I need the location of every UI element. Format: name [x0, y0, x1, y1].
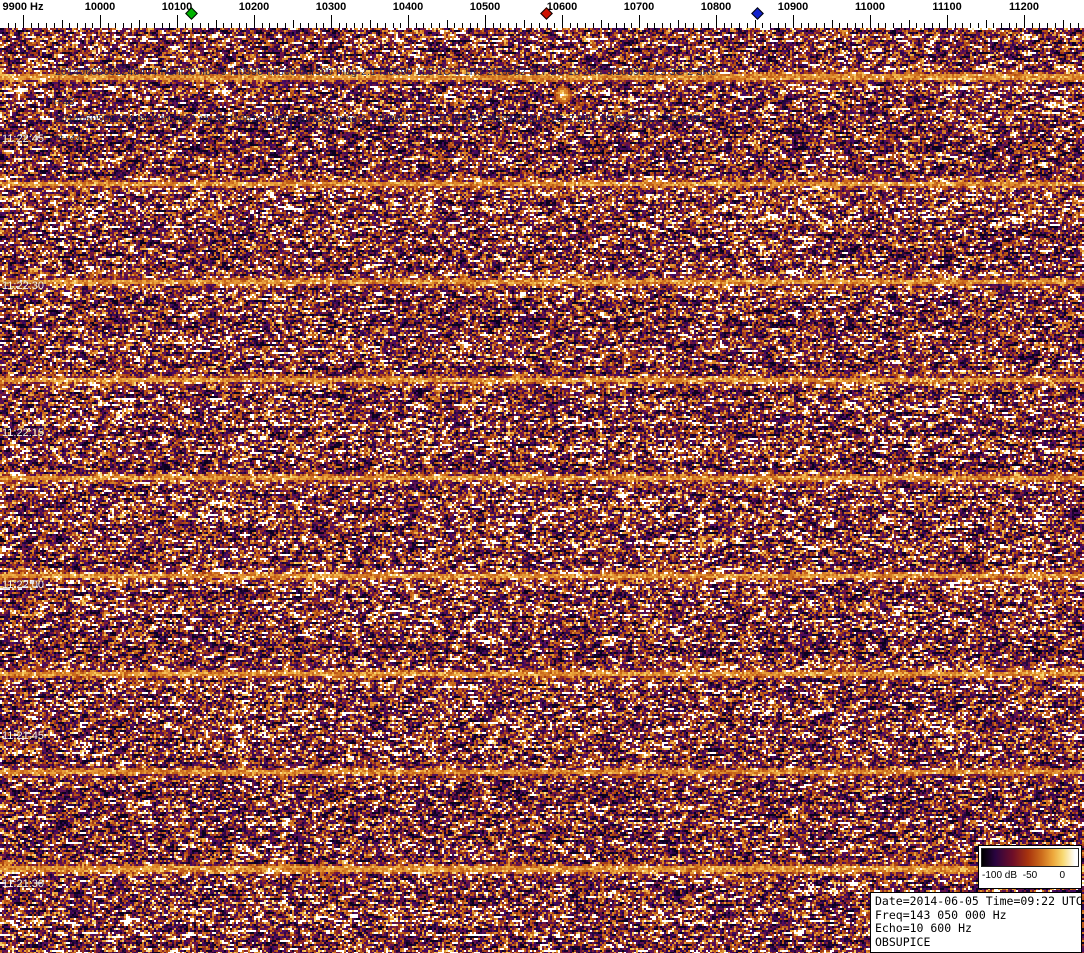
detection-annotation-1: 20140605092248404 hCnt20 nb-79 f10590 hi… [55, 66, 716, 78]
colorbar-labels: -100 dB -50 0 [981, 867, 1079, 883]
time-label: 11:22:00 [2, 579, 44, 591]
axis-tick-label: 10300 [316, 1, 347, 13]
axis-major-tick [408, 15, 409, 28]
axis-minor-tick [755, 20, 756, 28]
axis-minor-tick [370, 20, 371, 28]
detection-time-offset-t44: ^t+44 [55, 133, 82, 145]
axis-tick-label: 10500 [470, 1, 501, 13]
axis-major-tick [716, 15, 717, 28]
axis-tick-label: 11000 [855, 1, 885, 13]
axis-major-tick [485, 15, 486, 28]
time-label: 11:21:30 [2, 878, 44, 890]
axis-minor-tick [524, 20, 525, 28]
axis-minor-tick [293, 20, 294, 28]
time-label: 11:22:30 [2, 280, 44, 292]
axis-major-tick [870, 15, 871, 28]
axis-major-tick [254, 15, 255, 28]
colorbar-label-max: 0 [1059, 870, 1065, 881]
axis-tick-label: 10800 [701, 1, 732, 13]
axis-major-tick [793, 15, 794, 28]
time-label: 11:21:45 [2, 730, 44, 742]
colorbar-label-mid: -50 [1023, 870, 1037, 881]
axis-minor-tick [62, 20, 63, 28]
axis-tick-label: 11100 [932, 1, 961, 13]
info-station-name: OBSUPICE [875, 936, 1077, 950]
axis-minor-tick [832, 20, 833, 28]
axis-tick-label: 9900 Hz [3, 1, 44, 13]
axis-major-tick [177, 15, 178, 28]
colorbar-gradient [981, 848, 1079, 867]
axis-minor-tick [909, 20, 910, 28]
axis-major-tick [639, 15, 640, 28]
axis-tick-label: 10200 [239, 1, 270, 13]
detection-annotation-2: 20140605092244604 hCnt19 nb-82 f10614 hi… [55, 113, 707, 125]
axis-tick-label: 10000 [85, 1, 116, 13]
axis-tick-label: 10700 [624, 1, 655, 13]
info-frequency: Freq=143 050 000 Hz [875, 909, 1077, 923]
axis-tick-label: 10400 [393, 1, 424, 13]
axis-tick-label: 11200 [1009, 1, 1039, 13]
colorbar-label-min: -100 dB [982, 870, 1017, 881]
axis-major-tick [947, 15, 948, 28]
axis-tick-label: 10900 [778, 1, 809, 13]
axis-minor-tick [139, 20, 140, 28]
colorbar: -100 dB -50 0 [978, 845, 1082, 889]
axis-major-tick [23, 15, 24, 28]
axis-major-tick [100, 15, 101, 28]
axis-minor-tick [986, 20, 987, 28]
axis-major-tick [1024, 15, 1025, 28]
spectrogram-window: 9900 Hz 10000 10100 10200 10300 10400 10500 106… [0, 0, 1084, 953]
frequency-axis: 9900 Hz 10000 10100 10200 10300 10400 10500 106… [0, 0, 1084, 28]
detection-time-offset-t48: ^t+48 [48, 96, 75, 108]
info-date-time: Date=2014-06-05 Time=09:22 UTC [875, 895, 1077, 909]
freq-marker-blue-icon[interactable] [752, 7, 765, 20]
axis-major-tick [562, 15, 563, 28]
status-info-box: Date=2014-06-05 Time=09:22 UTC Freq=143 … [870, 892, 1082, 953]
time-label: 11:22:45 [2, 133, 44, 145]
time-label: 11:22:15 [2, 427, 44, 439]
axis-minor-tick [447, 20, 448, 28]
axis-major-tick [331, 15, 332, 28]
axis-minor-tick [216, 20, 217, 28]
axis-minor-tick [1063, 20, 1064, 28]
axis-minor-tick [678, 20, 679, 28]
axis-minor-tick [601, 20, 602, 28]
info-echo-frequency: Echo=10 600 Hz [875, 922, 1077, 936]
waterfall-area: 20140605092248404 hCnt20 nb-79 f10590 hi… [0, 28, 1084, 953]
spectrogram-canvas[interactable] [0, 28, 1084, 953]
